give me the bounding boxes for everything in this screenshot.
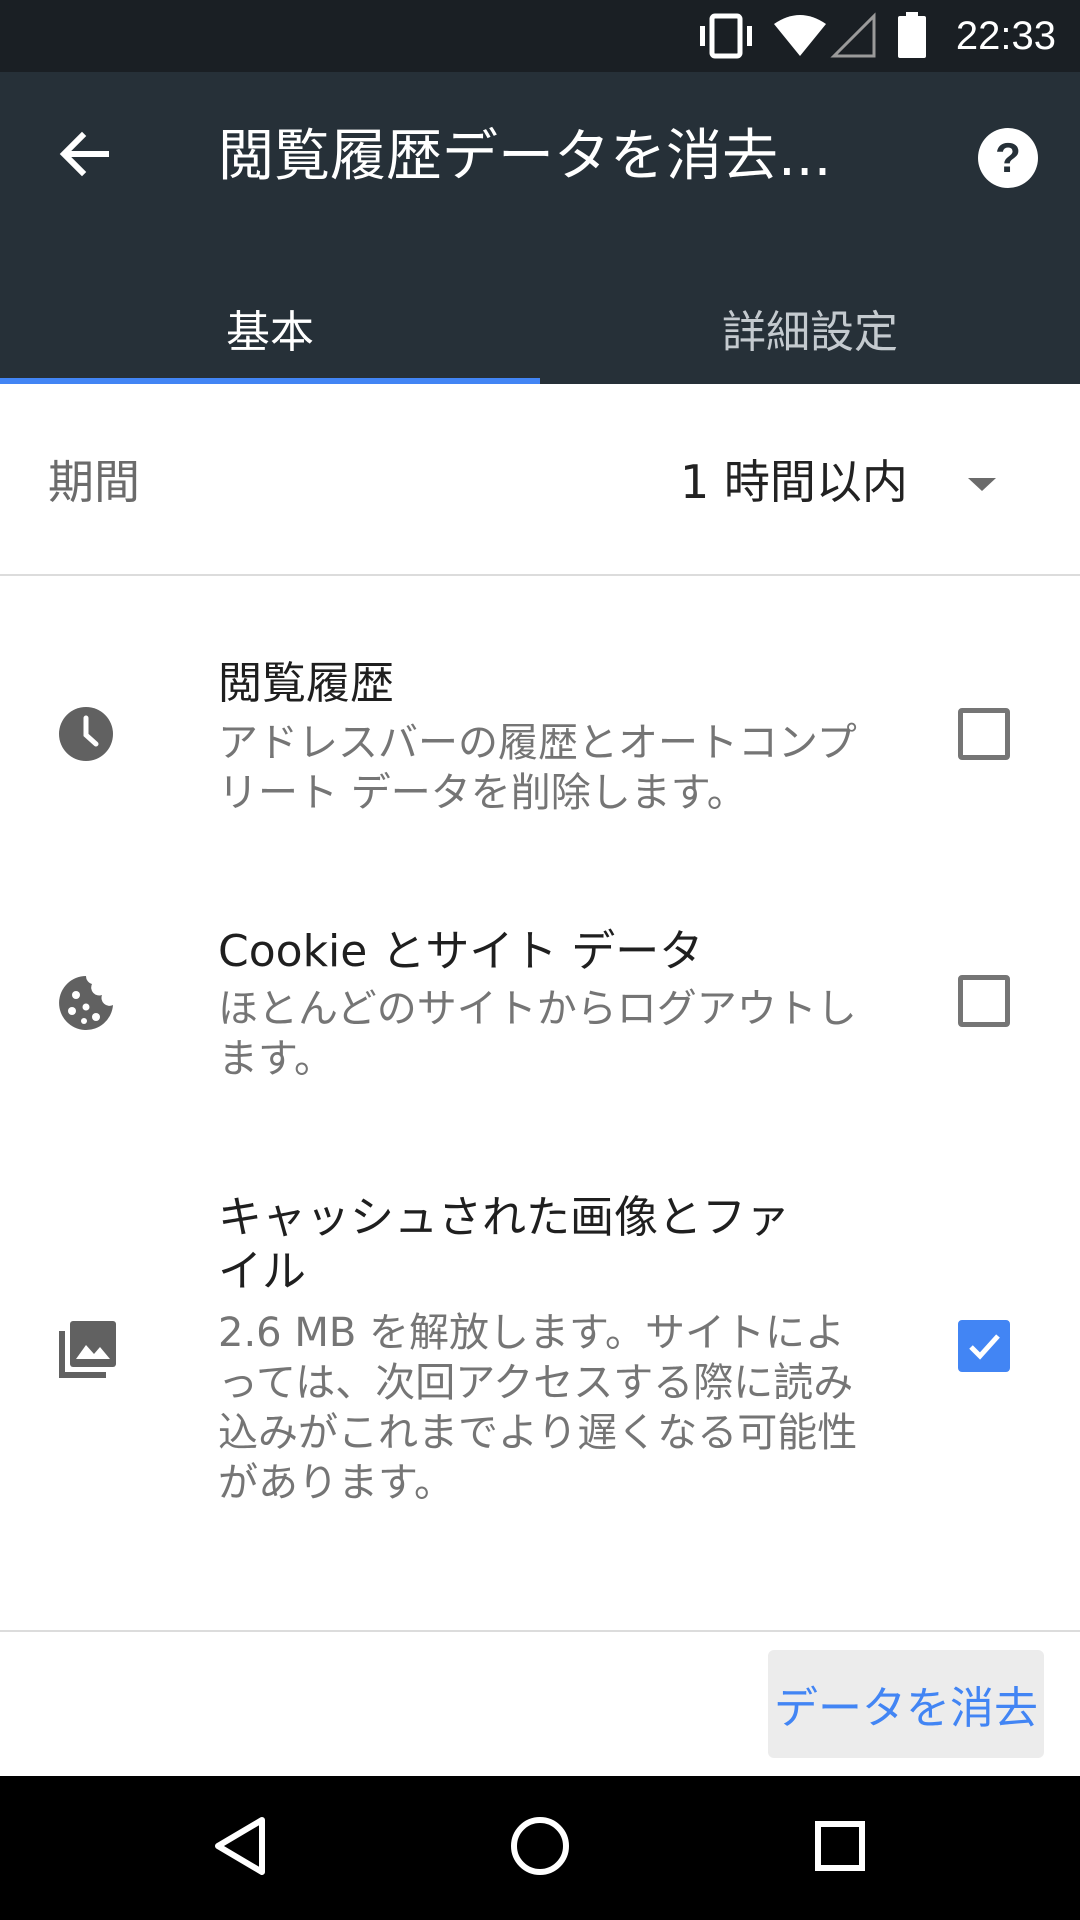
option-description-line: があります。 [218,1460,454,1506]
option-title-line: キャッシュされた画像とファ [218,1192,790,1243]
checkbox-cookies[interactable] [958,975,1010,1027]
option-description-line: リート データを削除します。 [218,770,747,816]
option-description-line: アドレスバーの履歴とオートコンプ [218,720,857,766]
status-bar: 22:33 [0,0,1080,72]
battery-icon [896,12,928,64]
status-time: 22:33 [955,14,1056,58]
nav-back-button[interactable] [180,1800,300,1896]
tab-basic-label: 基本 [226,307,314,358]
option-description-line: っては、次回アクセスする際に読み [218,1360,854,1406]
clear-data-button[interactable]: データを消去 [768,1650,1044,1758]
help-button[interactable]: ? [964,116,1052,204]
option-description-line: 2.6 MB を解放します。サイトによ [218,1310,845,1356]
period-label: 期間 [48,455,140,509]
back-button[interactable] [40,112,128,200]
arrow-back-icon [58,128,110,184]
page-title: 閲覧履歴データを消去... [218,124,832,189]
app-bar: 閲覧履歴データを消去... ? 基本 詳細設定 [0,72,1080,384]
option-title: キャッシュされた画像とファ イル [218,1191,898,1299]
period-dropdown[interactable]: 1 時間以内 [660,440,1040,524]
option-title-line: イル [218,1246,306,1297]
period-row: 期間 1 時間以内 [0,384,1080,576]
nav-bar [0,1776,1080,1920]
tab-basic[interactable]: 基本 [0,272,540,384]
home-circle-icon [508,1814,572,1882]
tab-advanced-label: 詳細設定 [722,307,898,358]
cell-signal-icon [830,12,878,64]
nav-recents-button[interactable] [780,1800,900,1896]
option-browsing-history[interactable]: 閲覧履歴 アドレスバーの履歴とオートコンプ リート データを削除します。 [0,640,1080,840]
option-title: Cookie とサイト データ [218,926,704,977]
clock-icon [56,704,116,764]
svg-text:?: ? [995,134,1021,181]
recents-square-icon [812,1818,868,1878]
nav-home-button[interactable] [480,1800,600,1896]
option-description-line: ほとんどのサイトからログアウトし [218,986,857,1032]
wifi-icon [772,12,828,64]
checkbox-browsing-history[interactable] [958,708,1010,760]
clear-data-button-label: データを消去 [774,1683,1038,1734]
back-triangle-icon [210,1814,270,1882]
option-cached-images[interactable]: キャッシュされた画像とファ イル 2.6 MB を解放します。サイトによ っては… [0,1187,1080,1517]
screen: 22:33 閲覧履歴データを消去... ? 基本 詳細設定 期間 1 時間以内 … [0,0,1080,1920]
option-title: 閲覧履歴 [218,658,394,709]
dropdown-arrow-icon [966,476,998,496]
option-cookies[interactable]: Cookie とサイト データ ほとんどのサイトからログアウトし ます。 [0,907,1080,1107]
option-description: アドレスバーの履歴とオートコンプ リート データを削除します。 [218,718,898,818]
tab-bar: 基本 詳細設定 [0,272,1080,384]
option-description-line: ます。 [218,1036,334,1082]
period-value: 1 時間以内 [680,455,908,509]
checkbox-cached-images[interactable] [958,1320,1010,1372]
image-library-icon [56,1317,116,1378]
option-description: ほとんどのサイトからログアウトし ます。 [218,984,898,1084]
cookie-icon [56,973,116,1033]
tab-advanced[interactable]: 詳細設定 [540,272,1080,384]
checkmark-icon [969,1334,1000,1360]
footer-divider [0,1630,1080,1632]
option-description: 2.6 MB を解放します。サイトによ っては、次回アクセスする際に読み 込みが… [218,1308,898,1508]
help-icon: ? [976,126,1040,194]
vibrate-icon [698,12,754,64]
option-description-line: 込みがこれまでより遅くなる可能性 [218,1410,858,1456]
